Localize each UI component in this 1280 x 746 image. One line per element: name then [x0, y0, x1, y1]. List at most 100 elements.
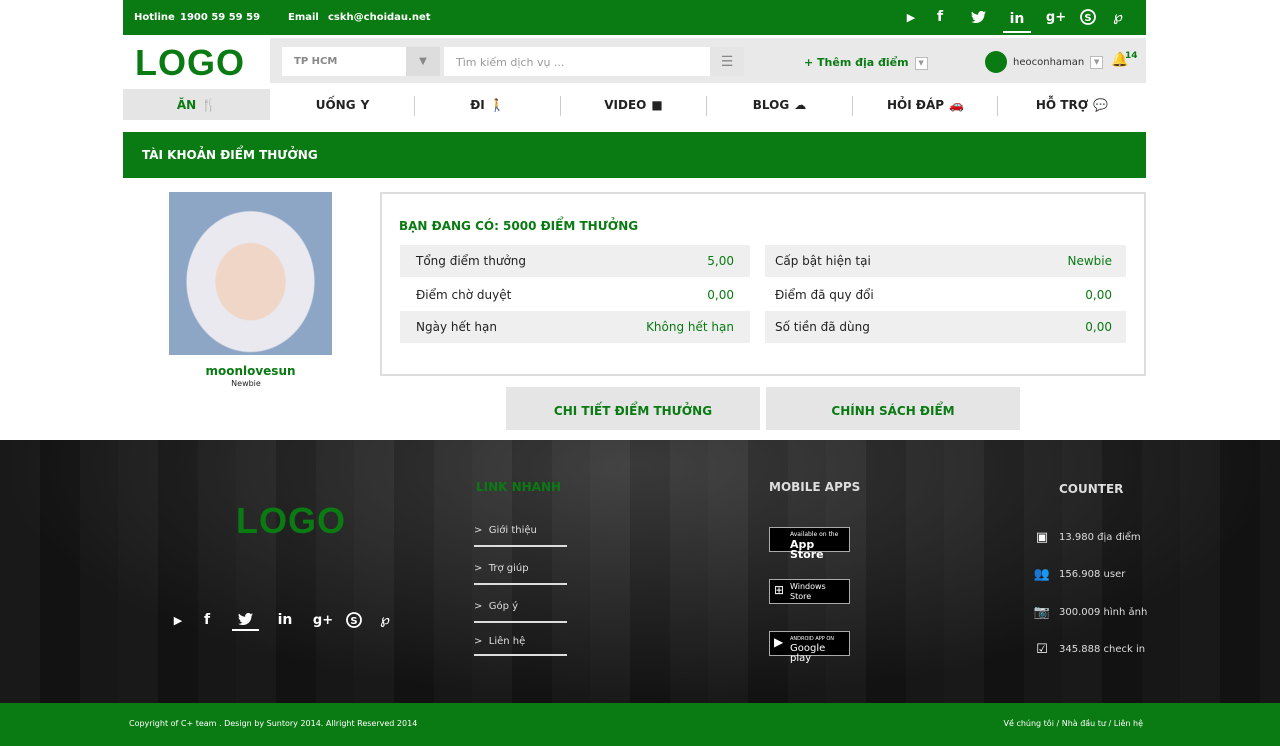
- points-row: Điểm chờ duyệt 0,00: [400, 279, 750, 311]
- nav-item-an[interactable]: ĂN 🍴: [123, 89, 270, 120]
- profile-username[interactable]: moonlovesun: [169, 364, 332, 378]
- pinterest-icon[interactable]: ℘: [1107, 6, 1129, 28]
- city-select-value: TP HCM: [294, 56, 338, 67]
- nav-label: ĂN: [176, 97, 197, 112]
- points-policy-button[interactable]: CHÍNH SÁCH ĐIỂM: [766, 387, 1020, 430]
- chevron-right-icon: >: [474, 636, 489, 647]
- points-heading: BẠN ĐANG CÓ: 5000 ĐIỂM THƯỞNG: [399, 219, 639, 233]
- nav-label: VIDEO: [604, 97, 647, 112]
- points-row: Cấp bật hiện tại Newbie: [765, 245, 1126, 277]
- counter-item: ▣ 13.980 địa điểm: [1033, 530, 1141, 545]
- footer-link[interactable]: > Liên hệ: [474, 627, 567, 656]
- app-store-badge[interactable]: Available on the App Store: [769, 527, 850, 560]
- nav-item-di[interactable]: ĐI 🚶: [415, 89, 560, 120]
- points-row: Điểm đã quy đổi 0,00: [765, 279, 1126, 311]
- hotline-label: Hotline: [134, 12, 175, 23]
- row-label: Số tiền đã dùng: [775, 320, 870, 334]
- profile-photo: [169, 192, 332, 355]
- row-label: Điểm chờ duyệt: [416, 288, 512, 302]
- search-input[interactable]: Tìm kiếm dịch vụ ... ☰: [444, 47, 744, 76]
- pinterest-icon[interactable]: ℘: [373, 609, 397, 631]
- add-place-button[interactable]: + Thêm địa điểm ▼: [804, 56, 928, 70]
- bottom-bar: Copyright of C+ team . Design by Suntory…: [0, 703, 1280, 746]
- row-label: Ngày hết hạn: [416, 320, 497, 334]
- counter-item: ☑ 345.888 check in: [1033, 642, 1145, 657]
- facebook-icon[interactable]: f: [929, 6, 951, 28]
- points-row: Ngày hết hạn Không hết hạn: [400, 311, 750, 343]
- user-menu[interactable]: heoconhaman ▼: [985, 51, 1104, 73]
- nav-label: UỐNG: [315, 97, 356, 112]
- page-title-bar: TÀI KHOẢN ĐIỂM THƯỞNG: [123, 132, 1146, 178]
- chat-icon: 💬: [1093, 97, 1109, 112]
- windows-icon: ⊞: [774, 583, 785, 597]
- nav-item-uong[interactable]: UỐNG Y: [270, 89, 415, 120]
- twitter-icon[interactable]: [967, 6, 989, 28]
- cocktail-icon: Y: [360, 97, 370, 112]
- row-label: Điểm đã quy đổi: [775, 288, 874, 302]
- row-value: 5,00: [707, 254, 734, 268]
- row-label: Cấp bật hiện tại: [775, 254, 871, 268]
- hotline-value[interactable]: 1900 59 59 59: [180, 12, 260, 23]
- checkin-icon: ☑: [1036, 642, 1048, 657]
- footer-link[interactable]: > Trợ giúp: [474, 554, 567, 585]
- nav-label: ĐI: [470, 97, 485, 112]
- page-title: TÀI KHOẢN ĐIỂM THƯỞNG: [142, 148, 318, 162]
- svg-text:S: S: [350, 616, 357, 627]
- user-dropdown-icon[interactable]: ▼: [1090, 55, 1104, 69]
- nav-item-hoi-dap[interactable]: HỎI ĐÁP 🚗: [853, 89, 998, 120]
- calendar-icon: ▣: [1035, 530, 1049, 545]
- bottom-links[interactable]: Về chúng tôi / Nhà đầu tư / Liên hệ: [1004, 719, 1144, 728]
- linkedin-icon[interactable]: in: [273, 609, 297, 631]
- nav-item-ho-tro[interactable]: HỖ TRỢ 💬: [998, 89, 1146, 120]
- google-play-badge[interactable]: ▶ ANDROID APP ON Google play: [769, 631, 850, 664]
- fork-knife-icon: 🍴: [201, 97, 217, 112]
- counter-title: COUNTER: [1059, 482, 1124, 496]
- user-avatar-icon: [985, 51, 1007, 73]
- youtube-icon[interactable]: ▶: [900, 6, 922, 28]
- googleplay-icon: ▶: [774, 635, 784, 649]
- nav-item-video[interactable]: VIDEO ■: [561, 89, 706, 120]
- footer-logo[interactable]: LOGO: [236, 500, 346, 542]
- points-row: Tổng điểm thưởng 5,00: [400, 245, 750, 277]
- mobile-apps-title: MOBILE APPS: [769, 480, 861, 494]
- footer-link[interactable]: > Góp ý: [474, 592, 567, 623]
- skype-icon[interactable]: S: [1077, 6, 1099, 28]
- chevron-down-icon[interactable]: ▼: [406, 47, 440, 76]
- top-bar: Hotline 1900 59 59 59 Email cskh@choidau…: [123, 0, 1146, 35]
- linkedin-icon[interactable]: in: [1003, 6, 1031, 33]
- row-value: Không hết hạn: [646, 320, 734, 334]
- dropdown-icon[interactable]: ▼: [914, 56, 928, 70]
- skype-icon[interactable]: S: [342, 609, 366, 631]
- chevron-right-icon: >: [474, 601, 489, 612]
- menu-icon[interactable]: ☰: [710, 47, 744, 76]
- facebook-icon[interactable]: f: [195, 609, 219, 631]
- windows-store-badge[interactable]: ⊞ Windows Store: [769, 579, 850, 604]
- counter-item: 👥 156.908 user: [1033, 567, 1126, 582]
- email-value[interactable]: cskh@choidau.net: [328, 12, 431, 23]
- email-label: Email: [288, 12, 319, 23]
- svg-text:S: S: [1084, 13, 1091, 24]
- logo[interactable]: LOGO: [123, 38, 270, 89]
- quick-links-title: LINK NHANH: [476, 480, 562, 494]
- nav-item-blog[interactable]: BLOG ☁: [707, 89, 852, 120]
- city-select[interactable]: TP HCM ▼: [282, 47, 440, 76]
- chevron-right-icon: >: [474, 563, 489, 574]
- notification-count: 14: [1125, 51, 1138, 61]
- row-value: Newbie: [1067, 254, 1112, 268]
- row-value: 0,00: [1085, 320, 1112, 334]
- twitter-icon[interactable]: [232, 609, 259, 631]
- profile-rank: Newbie: [231, 379, 261, 388]
- googleplus-icon[interactable]: g+: [1045, 6, 1067, 28]
- points-detail-button[interactable]: CHI TIẾT ĐIỂM THƯỞNG: [506, 387, 760, 430]
- row-value: 0,00: [1085, 288, 1112, 302]
- row-value: 0,00: [707, 288, 734, 302]
- nav-label: BLOG: [752, 97, 790, 112]
- points-panel: BẠN ĐANG CÓ: 5000 ĐIỂM THƯỞNG Tổng điểm …: [380, 192, 1146, 376]
- copyright: Copyright of C+ team . Design by Suntory…: [129, 719, 418, 728]
- points-row: Số tiền đã dùng 0,00: [765, 311, 1126, 343]
- cloud-icon: ☁: [794, 97, 807, 112]
- footer-link[interactable]: > Giới thiệu: [474, 516, 567, 547]
- youtube-icon[interactable]: ▶: [166, 609, 190, 631]
- googleplus-icon[interactable]: g+: [311, 609, 335, 631]
- car-icon: 🚗: [949, 97, 964, 112]
